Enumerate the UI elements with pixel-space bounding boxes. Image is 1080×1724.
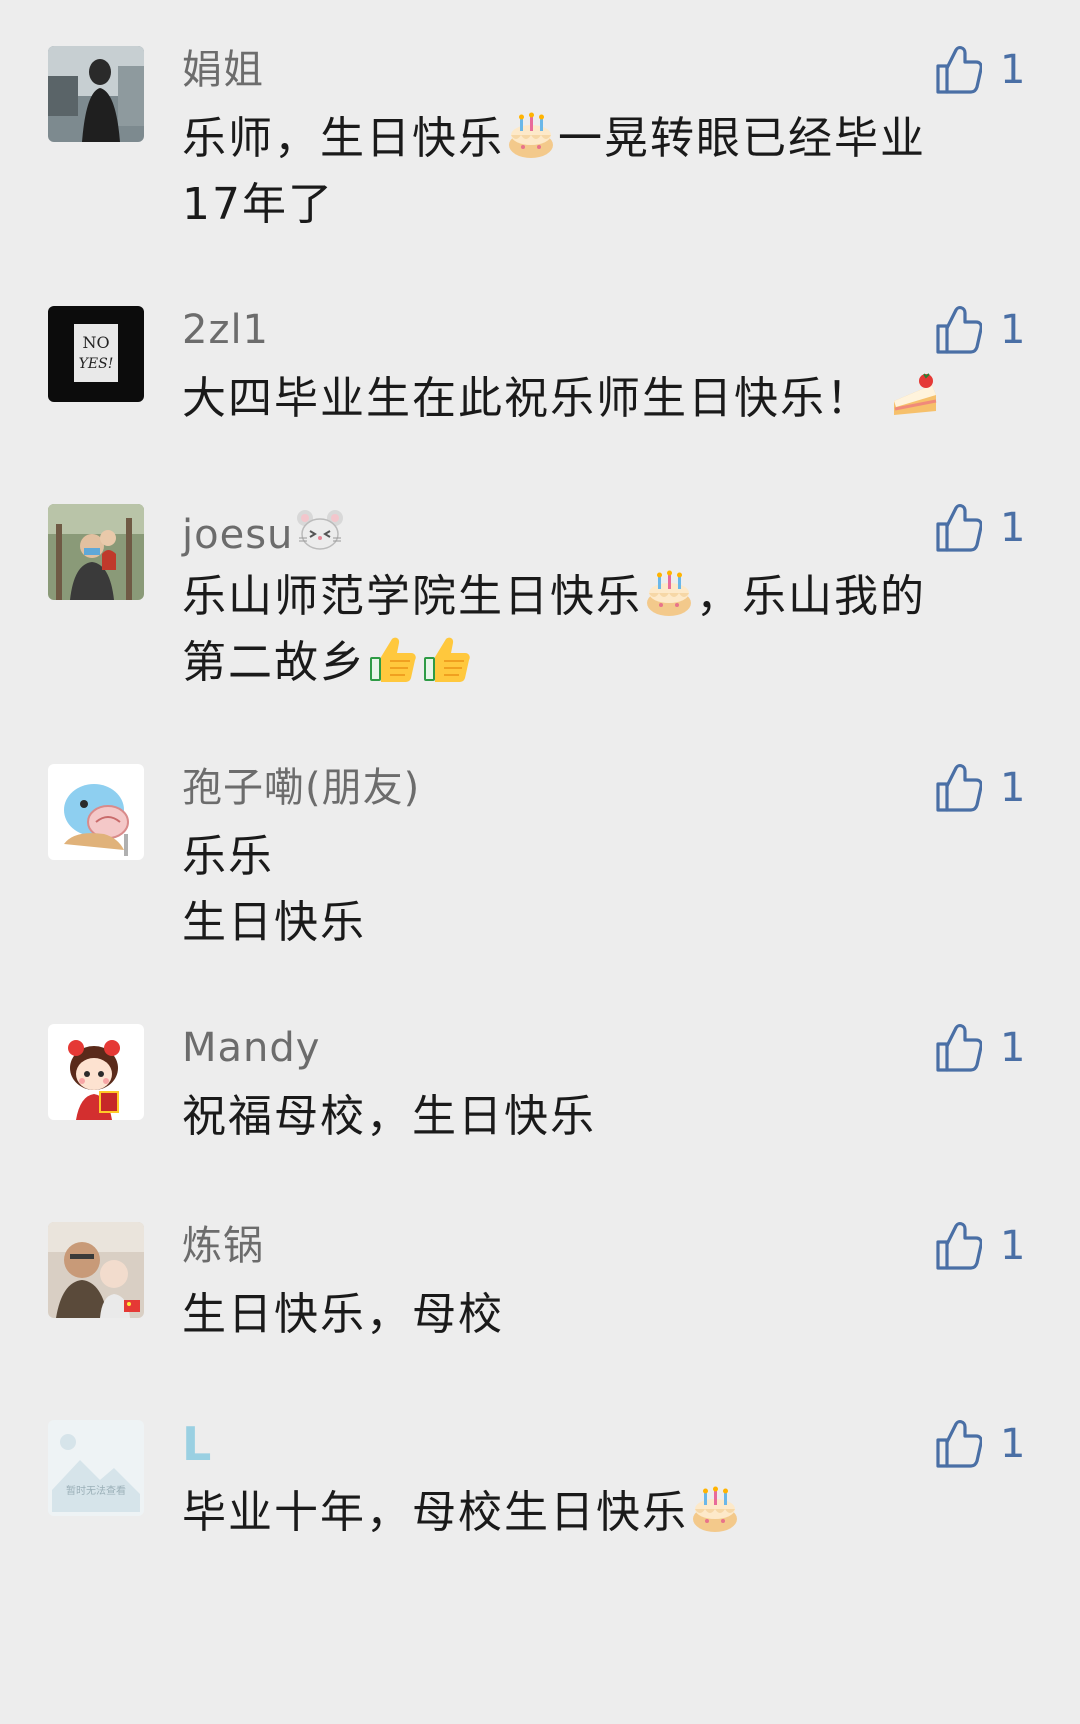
like-button[interactable]: 1 — [934, 302, 1025, 358]
comment-text: 祝福母校，生日快乐 — [182, 1091, 596, 1142]
avatar-caption: 暂时无法查看 — [66, 1484, 126, 1497]
avatar[interactable]: 暂时无法查看 — [48, 1420, 144, 1516]
commenter-name[interactable]: 炼锅 — [182, 1222, 264, 1270]
thumbs-up-icon — [934, 1022, 982, 1074]
thumbs-up-icon — [934, 502, 982, 554]
thumbs-up-emoji-icon — [422, 635, 472, 685]
like-button[interactable]: 1 — [934, 1218, 1025, 1274]
like-count: 1 — [1000, 1421, 1026, 1467]
avatar[interactable] — [48, 46, 144, 142]
cake-slice-icon — [890, 371, 940, 421]
avatar-photo-icon — [48, 46, 144, 142]
birthday-cake-icon — [690, 1485, 740, 1535]
like-count: 1 — [1000, 505, 1026, 551]
commenter-name[interactable]: L — [182, 1420, 212, 1468]
like-count: 1 — [1000, 1223, 1026, 1269]
comment-text: 生日快乐，母校 — [182, 1289, 504, 1340]
comment-text: 乐乐 生日快乐 — [182, 831, 366, 948]
avatar-photo-icon — [48, 504, 144, 600]
avatar[interactable] — [48, 1222, 144, 1318]
comment-list: 娟姐 1 乐师，生日快乐 一晃转眼已经毕业 17年了 NO YES! 2zl1 1… — [0, 0, 1080, 1724]
avatar[interactable]: NO YES! — [48, 306, 144, 402]
like-button[interactable]: 1 — [934, 42, 1025, 98]
comment-text: 乐山师范学院生日快乐 ，乐山我的 第二故乡 — [182, 569, 926, 688]
avatar-photo-icon — [48, 764, 144, 860]
thumbs-up-icon — [934, 44, 982, 96]
like-button[interactable]: 1 — [934, 1416, 1025, 1472]
commenter-name[interactable]: joesu — [182, 504, 347, 559]
avatar-photo-icon — [48, 1024, 144, 1120]
like-button[interactable]: 1 — [934, 1020, 1025, 1076]
comment-text: 大四毕业生在此祝乐师生日快乐！ — [182, 366, 1002, 432]
like-count: 1 — [1000, 47, 1026, 93]
avatar-photo-icon — [48, 1222, 144, 1318]
avatar-photo-icon: NO YES! — [48, 306, 144, 402]
thumbs-up-icon — [934, 762, 982, 814]
like-button[interactable]: 1 — [934, 500, 1025, 556]
avatar-text-yes: YES! — [79, 356, 114, 372]
avatar[interactable] — [48, 1024, 144, 1120]
avatar[interactable] — [48, 504, 144, 600]
commenter-name[interactable]: 娟姐 — [182, 46, 264, 94]
avatar[interactable] — [48, 764, 144, 860]
thumbs-up-icon — [934, 304, 982, 356]
avatar-placeholder-icon: 暂时无法查看 — [48, 1420, 144, 1516]
thumbs-up-emoji-icon — [368, 635, 418, 685]
like-count: 1 — [1000, 1025, 1026, 1071]
like-button[interactable]: 1 — [934, 760, 1025, 816]
birthday-cake-icon — [506, 111, 556, 161]
thumbs-up-icon — [934, 1418, 982, 1470]
birthday-cake-icon — [644, 569, 694, 619]
comment-text: 毕业十年，母校生日快乐 — [182, 1480, 1002, 1546]
like-count: 1 — [1000, 307, 1026, 353]
like-count: 1 — [1000, 765, 1026, 811]
mouse-face-icon — [295, 504, 345, 554]
comment-text: 乐师，生日快乐 一晃转眼已经毕业 17年了 — [182, 111, 926, 230]
commenter-name[interactable]: 2zl1 — [182, 306, 269, 354]
commenter-name[interactable]: 孢子嘞(朋友) — [182, 764, 420, 812]
thumbs-up-icon — [934, 1220, 982, 1272]
commenter-name[interactable]: Mandy — [182, 1024, 320, 1072]
avatar-text-no: NO — [82, 333, 109, 352]
